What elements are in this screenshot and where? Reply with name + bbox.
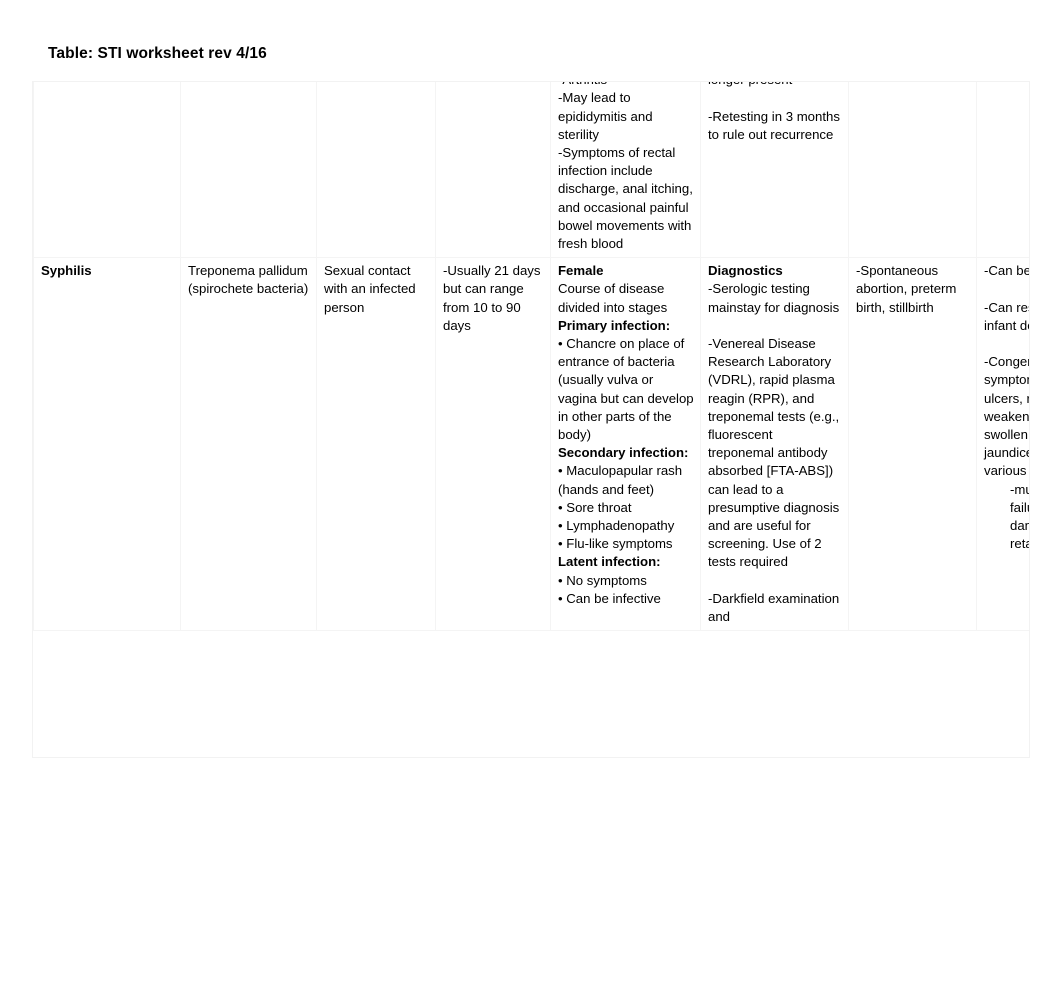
text-block: • Sore throat (558, 499, 632, 515)
text-block: • Can be infective (558, 590, 661, 606)
text-block: -Congenital syphilis symptoms include sk… (984, 354, 1029, 479)
table-body: -Penile discharge (pus)-Arthritis-May le… (33, 82, 1029, 632)
cell-text: -Penile discharge (pus)-Arthritis-May le… (558, 82, 694, 253)
cell-text: Sexual contact with an infected person (324, 263, 416, 315)
text-line: and symptoms no longer present (708, 82, 842, 89)
symptoms-blocks: Female Course of disease divided into sta… (558, 262, 694, 608)
cell-transmission: Sexual contact with an infected person (316, 257, 436, 632)
cell-text: Treponema pallidum (spirochete bacteria) (188, 263, 309, 297)
text-line: -Symptoms of rectal infection include di… (558, 145, 693, 252)
cell-text: -Spontaneous abortion, preterm birth, st… (856, 263, 957, 315)
cell-transmission (316, 82, 436, 259)
cell-incubation (435, 82, 551, 259)
text-block: -Serologic testing mainstay for diagnosi… (708, 281, 840, 315)
block-heading: Diagnostics (708, 263, 783, 279)
text-block: • Lymphadenopathy (558, 518, 675, 534)
text-line: -May lead to epididymitis and sterility (558, 90, 653, 142)
text-block: -Venereal Disease Research Laboratory (V… (708, 336, 840, 570)
page-title: Table: STI worksheet rev 4/16 (48, 45, 267, 62)
block-heading: Female (558, 263, 604, 279)
block-heading: Latent infection: (558, 554, 661, 570)
sti-worksheet-table: -Penile discharge (pus)-Arthritis-May le… (33, 82, 1029, 632)
infection-name: Syphilis (41, 263, 92, 279)
cell-infection (33, 82, 181, 259)
cell-diagnostics: and symptoms no longer present -Retesting… (700, 82, 849, 259)
text-block: • Maculopapular rash (hands and feet) (558, 463, 683, 497)
block-heading: Primary infection: (558, 317, 671, 333)
cell-fetal-newborn-effects: -Can be passed in utero -Can result in fe… (976, 257, 1029, 632)
cell-symptoms: Female Course of disease divided into sta… (550, 257, 701, 632)
table-row: Syphilis Treponema pallidum (spirochete … (33, 257, 1029, 632)
text-block: Course of disease divided into stages (558, 281, 668, 315)
block-heading: Secondary infection: (558, 445, 689, 461)
indented-text-block: -multisystem organ failure, structural d… (1010, 481, 1029, 552)
cell-maternal-effects (848, 82, 977, 259)
fetal-newborn-blocks: -Can be passed in utero -Can result in fe… (984, 262, 1029, 553)
text-block: -Can result in fetal or infant death (984, 299, 1029, 333)
diagnostics-blocks: Diagnostics -Serologic testing mainstay f… (708, 262, 842, 626)
cell-infection: Syphilis (33, 257, 181, 632)
text-block: • Chancre on place of entrance of bacter… (558, 336, 694, 443)
cell-text: -Usually 21 days but can range from 10 t… (443, 263, 541, 333)
text-block: • Flu-like symptoms (558, 536, 673, 552)
table-viewport: -Penile discharge (pus)-Arthritis-May le… (33, 82, 1029, 757)
cell-symptoms: -Penile discharge (pus)-Arthritis-May le… (550, 82, 701, 259)
text-line: -Arthritis (558, 82, 694, 89)
cell-diagnostics: Diagnostics -Serologic testing mainstay f… (700, 257, 849, 632)
cell-fetal-newborn-effects (976, 82, 1029, 259)
text-block: -Can be passed in utero (984, 263, 1029, 279)
text-block: • No symptoms (558, 572, 647, 588)
text-block: -Darkfield examination and (708, 590, 840, 625)
cell-organism: Treponema pallidum (spirochete bacteria) (180, 257, 317, 632)
cell-incubation: -Usually 21 days but can range from 10 t… (435, 257, 551, 632)
table-row: -Penile discharge (pus)-Arthritis-May le… (33, 82, 1029, 259)
cell-organism (180, 82, 317, 259)
cell-text: and symptoms no longer present -Retesting… (708, 82, 842, 144)
cell-maternal-effects: -Spontaneous abortion, preterm birth, st… (848, 257, 977, 632)
text-line: -Retesting in 3 months to rule out recur… (708, 108, 840, 142)
